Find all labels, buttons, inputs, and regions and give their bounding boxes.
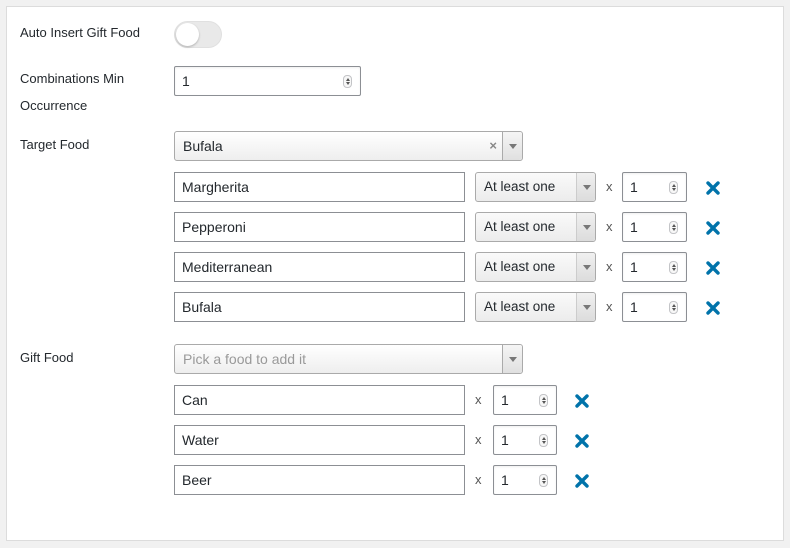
- quantity-value: 1: [501, 472, 509, 488]
- auto-insert-toggle[interactable]: [174, 21, 222, 48]
- quantity-value: 1: [630, 179, 638, 195]
- chevron-down-icon[interactable]: [502, 132, 522, 160]
- target-food-select[interactable]: Bufala ×: [174, 131, 523, 161]
- remove-icon[interactable]: [575, 474, 591, 490]
- times-sign: x: [475, 392, 482, 407]
- chevron-down-icon[interactable]: [576, 253, 595, 281]
- quantity-value: 1: [630, 259, 638, 275]
- target-food-label: Target Food: [20, 137, 90, 152]
- combinations-min-input[interactable]: 1: [174, 66, 361, 96]
- chevron-down-icon[interactable]: [502, 345, 522, 373]
- combinations-min-value: 1: [182, 73, 190, 89]
- number-spinner-icon[interactable]: [343, 75, 352, 88]
- condition-select[interactable]: At least one: [475, 172, 596, 202]
- target-food-item-label: Mediterranean: [182, 259, 273, 275]
- gift-food-placeholder: Pick a food to add it: [183, 351, 306, 367]
- target-food-item-label: Margherita: [182, 179, 249, 195]
- quantity-value: 1: [630, 299, 638, 315]
- quantity-input[interactable]: 1: [493, 425, 557, 455]
- gift-food-item-name[interactable]: Beer: [174, 465, 465, 495]
- quantity-value: 1: [630, 219, 638, 235]
- condition-value: At least one: [484, 179, 556, 194]
- combinations-min-label: Combinations Min: [20, 71, 125, 86]
- condition-select[interactable]: At least one: [475, 212, 596, 242]
- target-food-selected: Bufala: [183, 138, 223, 154]
- target-food-item-name[interactable]: Margherita: [174, 172, 465, 202]
- number-spinner-icon[interactable]: [669, 261, 678, 274]
- times-sign: x: [606, 259, 613, 274]
- target-food-item-name[interactable]: Pepperoni: [174, 212, 465, 242]
- number-spinner-icon[interactable]: [539, 434, 548, 447]
- condition-select[interactable]: At least one: [475, 252, 596, 282]
- remove-icon[interactable]: [706, 181, 722, 197]
- remove-icon[interactable]: [575, 434, 591, 450]
- quantity-input[interactable]: 1: [622, 252, 687, 282]
- times-sign: x: [606, 219, 613, 234]
- quantity-input[interactable]: 1: [493, 465, 557, 495]
- auto-insert-label: Auto Insert Gift Food: [20, 25, 140, 40]
- gift-food-item-label: Can: [182, 392, 208, 408]
- gift-food-select[interactable]: Pick a food to add it: [174, 344, 523, 374]
- gift-food-item-name[interactable]: Can: [174, 385, 465, 415]
- chevron-down-icon[interactable]: [576, 213, 595, 241]
- quantity-input[interactable]: 1: [622, 212, 687, 242]
- clear-selection-icon[interactable]: ×: [489, 132, 497, 160]
- gift-food-item-name[interactable]: Water: [174, 425, 465, 455]
- chevron-down-icon[interactable]: [576, 173, 595, 201]
- number-spinner-icon[interactable]: [669, 301, 678, 314]
- gift-food-item-label: Beer: [182, 472, 212, 488]
- settings-panel: Auto Insert Gift Food Combinations Min O…: [6, 6, 784, 541]
- remove-icon[interactable]: [575, 394, 591, 410]
- condition-value: At least one: [484, 259, 556, 274]
- condition-value: At least one: [484, 219, 556, 234]
- quantity-value: 1: [501, 392, 509, 408]
- target-food-item-name[interactable]: Mediterranean: [174, 252, 465, 282]
- times-sign: x: [606, 179, 613, 194]
- number-spinner-icon[interactable]: [539, 394, 548, 407]
- gift-food-label: Gift Food: [20, 350, 74, 365]
- gift-food-item-label: Water: [182, 432, 219, 448]
- condition-select[interactable]: At least one: [475, 292, 596, 322]
- chevron-down-icon[interactable]: [576, 293, 595, 321]
- quantity-input[interactable]: 1: [493, 385, 557, 415]
- remove-icon[interactable]: [706, 221, 722, 237]
- target-food-item-name[interactable]: Bufala: [174, 292, 465, 322]
- number-spinner-icon[interactable]: [669, 181, 678, 194]
- quantity-input[interactable]: 1: [622, 172, 687, 202]
- toggle-knob: [176, 23, 199, 46]
- remove-icon[interactable]: [706, 261, 722, 277]
- quantity-value: 1: [501, 432, 509, 448]
- quantity-input[interactable]: 1: [622, 292, 687, 322]
- remove-icon[interactable]: [706, 301, 722, 317]
- target-food-item-label: Pepperoni: [182, 219, 246, 235]
- number-spinner-icon[interactable]: [539, 474, 548, 487]
- condition-value: At least one: [484, 299, 556, 314]
- target-food-item-label: Bufala: [182, 299, 222, 315]
- times-sign: x: [475, 432, 482, 447]
- times-sign: x: [606, 299, 613, 314]
- combinations-min-label-line2: Occurrence: [20, 98, 88, 113]
- times-sign: x: [475, 472, 482, 487]
- number-spinner-icon[interactable]: [669, 221, 678, 234]
